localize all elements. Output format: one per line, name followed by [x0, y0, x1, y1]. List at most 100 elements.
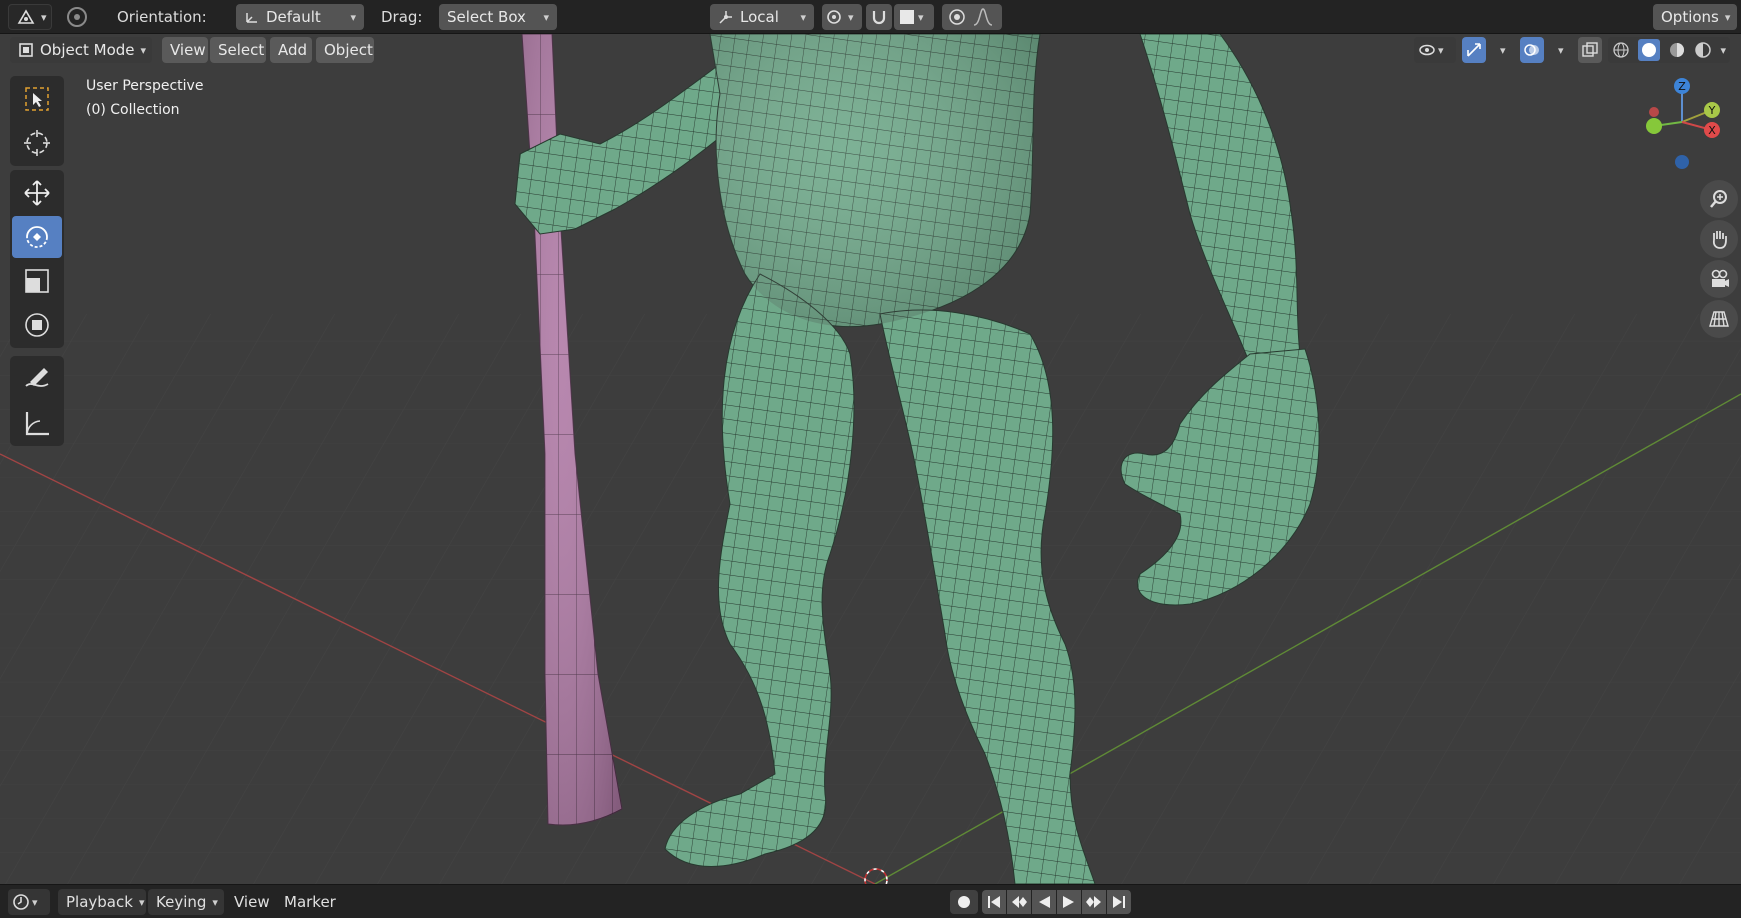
editor-type-button[interactable]: ▾	[8, 4, 52, 30]
options-dropdown[interactable]: Options ▾	[1653, 4, 1737, 30]
drag-value: Select Box	[447, 8, 526, 26]
playback-menu[interactable]: Playback ▾	[58, 889, 146, 915]
tool-cursor[interactable]	[12, 122, 62, 164]
keying-menu[interactable]: Keying ▾	[148, 889, 224, 915]
next-keyframe-button[interactable]	[1082, 890, 1106, 914]
cursor-icon	[22, 128, 52, 158]
mode-dropdown[interactable]: Object Mode ▾	[10, 37, 152, 63]
editor-type-icon	[17, 8, 35, 26]
tool-move[interactable]	[12, 172, 62, 214]
tool-scale[interactable]	[12, 260, 62, 302]
chevron-down-icon: ▾	[543, 10, 549, 24]
viewport-header: Object Mode ▾ View Select Add Object ▾ ▾…	[0, 34, 1741, 66]
chevron-down-icon: ▾	[848, 10, 854, 24]
transform-icon	[22, 310, 52, 340]
toolbar-transform-group	[10, 170, 64, 348]
pan-button[interactable]	[1700, 220, 1738, 258]
prev-keyframe-button[interactable]	[1007, 890, 1031, 914]
eye-icon	[1418, 43, 1436, 57]
jump-start-icon	[987, 895, 1001, 909]
orientation-dropdown[interactable]: Default ▾	[236, 4, 364, 30]
zoom-button[interactable]	[1700, 180, 1738, 218]
options-label: Options	[1661, 8, 1719, 26]
overlays-toggle[interactable]	[1520, 37, 1544, 63]
chevron-down-icon[interactable]: ▾	[1720, 44, 1726, 57]
3d-viewport[interactable]: Object Mode ▾ View Select Add Object ▾ ▾…	[0, 34, 1741, 884]
snap-element-dropdown[interactable]: ▾	[894, 4, 934, 30]
gizmo-x-label: X	[1708, 124, 1716, 137]
transform-toggle-icon[interactable]	[64, 5, 90, 33]
play-icon	[1062, 895, 1076, 909]
timeline-editor-type[interactable]: ▾	[8, 889, 50, 915]
pivot-dropdown[interactable]: Local ▾	[710, 4, 814, 30]
chevron-down-icon: ▾	[41, 10, 47, 24]
jump-end-button[interactable]	[1107, 890, 1131, 914]
drag-dropdown[interactable]: Select Box ▾	[439, 4, 557, 30]
scale-icon	[22, 266, 52, 296]
pivot-icon	[718, 9, 734, 25]
gizmo-neg-x-axis[interactable]	[1649, 107, 1659, 117]
wireframe-shading-icon[interactable]	[1612, 41, 1630, 59]
menu-add[interactable]: Add	[270, 37, 312, 63]
record-icon	[957, 895, 971, 909]
proportional-edit-icon[interactable]	[946, 7, 968, 27]
camera-view-button[interactable]	[1700, 260, 1738, 298]
chevron-down-icon[interactable]: ▾	[1558, 44, 1564, 57]
chevron-down-icon: ▾	[32, 895, 38, 909]
next-keyframe-icon	[1086, 895, 1102, 909]
tool-annotate[interactable]	[12, 358, 62, 400]
visibility-dropdown[interactable]: ▾	[1414, 37, 1456, 63]
play-reverse-button[interactable]	[1032, 890, 1056, 914]
solid-shading-icon[interactable]	[1638, 39, 1661, 61]
tool-transform[interactable]	[12, 304, 62, 346]
proportional-edit-group[interactable]	[942, 4, 1002, 30]
marker-menu[interactable]: Marker	[276, 889, 344, 915]
toolbar-annotate-group	[10, 356, 64, 446]
record-button[interactable]	[950, 890, 978, 914]
chevron-down-icon: ▾	[918, 10, 924, 24]
rendered-shading-icon[interactable]	[1694, 41, 1712, 59]
annotate-icon	[22, 364, 52, 394]
gizmo-neg-y-axis[interactable]	[1646, 118, 1662, 134]
chevron-down-icon[interactable]: ▾	[1500, 44, 1506, 57]
xray-icon	[1581, 41, 1599, 59]
falloff-curve-icon[interactable]	[972, 7, 994, 27]
snap-target-dropdown[interactable]: ▾	[822, 4, 862, 30]
zoom-icon	[1708, 188, 1730, 210]
mode-label: Object Mode	[40, 41, 135, 59]
tool-select-box[interactable]	[12, 78, 62, 120]
play-button[interactable]	[1057, 890, 1081, 914]
menu-object[interactable]: Object	[316, 37, 374, 63]
grid-icon	[1708, 308, 1730, 330]
jump-start-button[interactable]	[982, 890, 1006, 914]
navigation-gizmo[interactable]: Z Y X	[1636, 74, 1726, 174]
playback-label: Playback	[66, 893, 133, 911]
xray-toggle[interactable]	[1578, 37, 1602, 63]
keying-label: Keying	[156, 893, 207, 911]
toolbar-select-group	[10, 76, 64, 166]
material-shading-icon[interactable]	[1668, 41, 1686, 59]
tool-measure[interactable]	[12, 402, 62, 444]
prev-keyframe-icon	[1011, 895, 1027, 909]
menu-select[interactable]: Select	[210, 37, 266, 63]
snap-increment-icon	[898, 8, 916, 26]
gizmo-z-label: Z	[1678, 80, 1686, 93]
orientation-axes-icon	[244, 9, 260, 25]
orientation-label: Orientation:	[117, 8, 207, 26]
object-mode-icon	[18, 42, 34, 58]
gizmo-toggle[interactable]	[1462, 37, 1486, 63]
chevron-down-icon: ▾	[1724, 10, 1731, 24]
magnet-icon	[870, 8, 888, 26]
rotate-icon	[22, 222, 52, 252]
snap-toggle[interactable]	[866, 4, 892, 30]
projection-toggle-button[interactable]	[1700, 300, 1738, 338]
jump-end-icon	[1112, 895, 1126, 909]
gizmo-neg-z-axis[interactable]	[1675, 155, 1689, 169]
tool-header: ▾ Orientation: Default ▾ Drag: Select Bo…	[0, 0, 1741, 34]
chevron-down-icon: ▾	[350, 10, 356, 24]
orientation-value: Default	[266, 8, 321, 26]
tool-rotate[interactable]	[12, 216, 62, 258]
menu-view[interactable]: View	[162, 37, 208, 63]
view-name-label: User Perspective	[86, 78, 204, 94]
timeline-view-menu[interactable]: View	[226, 889, 278, 915]
